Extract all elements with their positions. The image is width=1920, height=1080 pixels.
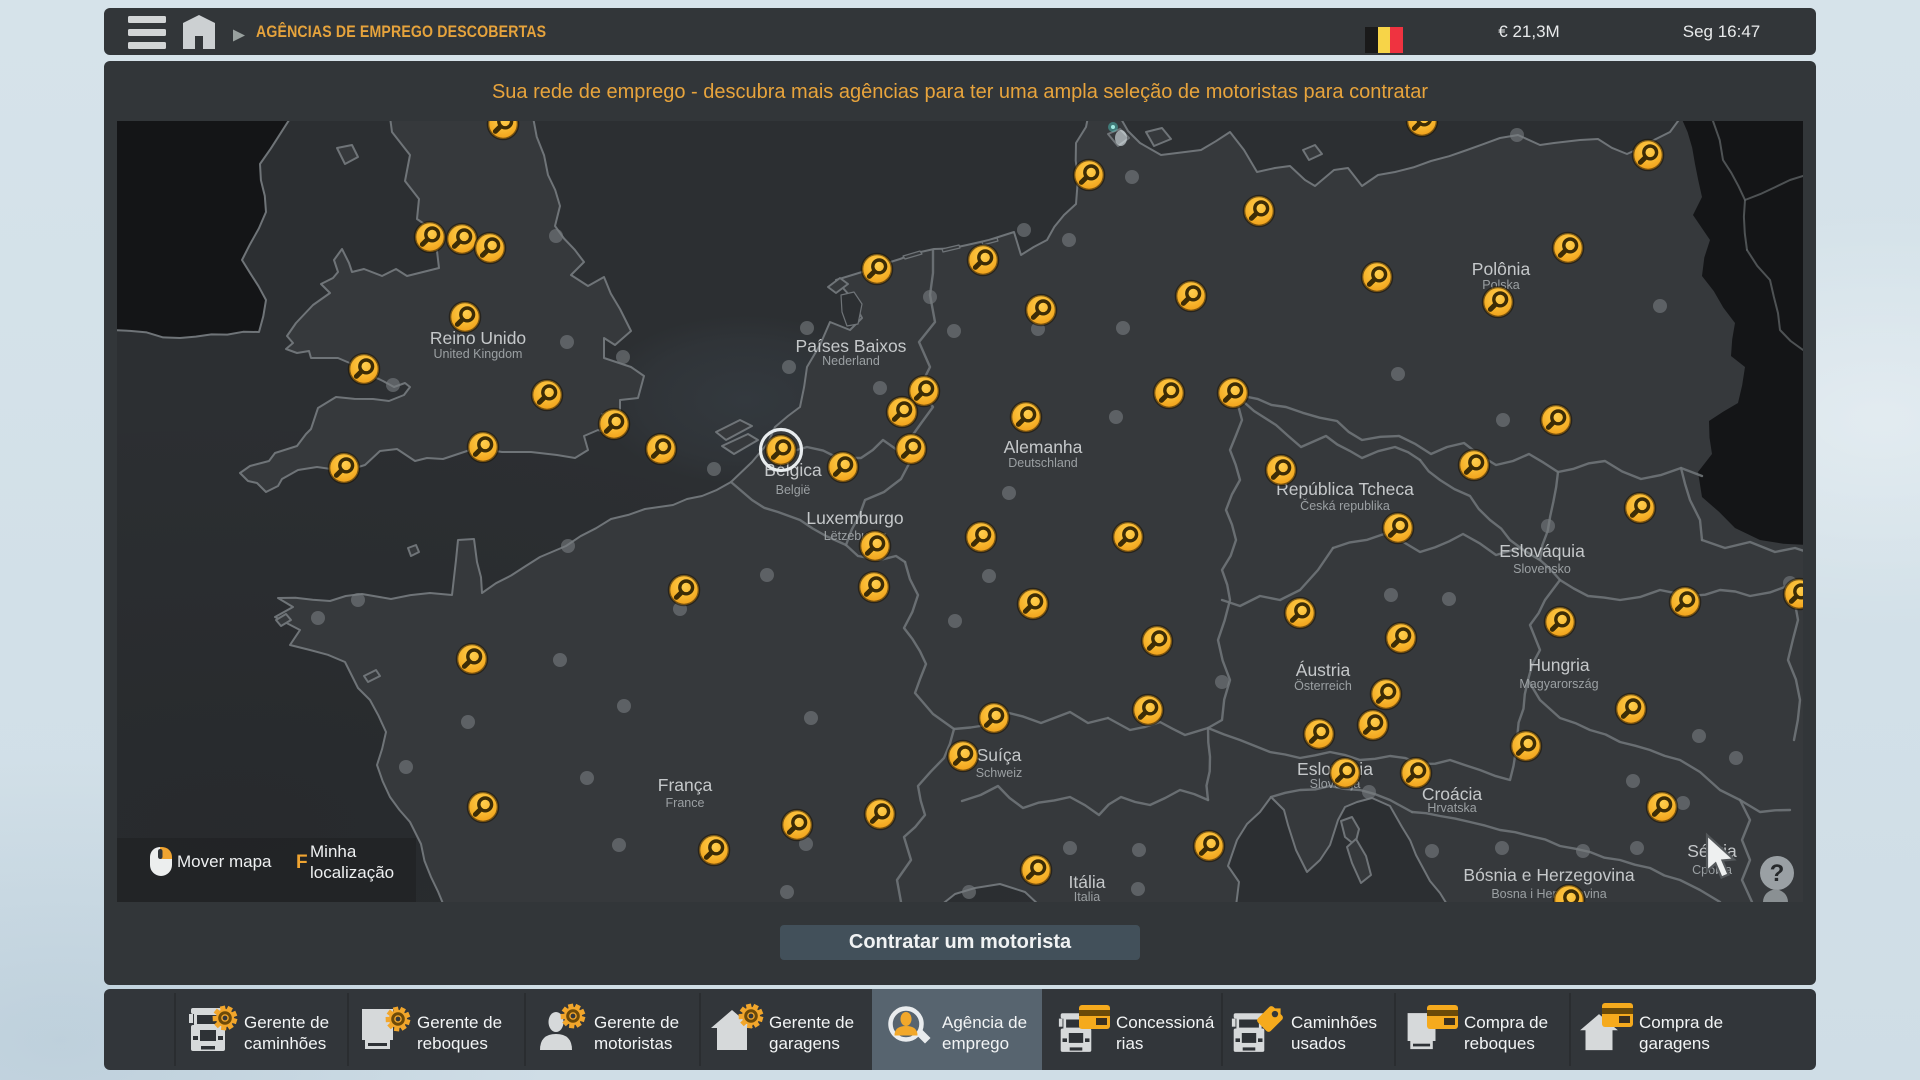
svg-text:Eslováquia: Eslováquia bbox=[1499, 541, 1585, 561]
svg-text:Áustria: Áustria bbox=[1296, 660, 1351, 680]
svg-text:Nederland: Nederland bbox=[822, 354, 880, 368]
svg-text:Suíça: Suíça bbox=[977, 745, 1022, 765]
svg-text:Itália: Itália bbox=[1069, 872, 1106, 892]
svg-text:United Kingdom: United Kingdom bbox=[434, 347, 523, 361]
svg-text:Reino Unido: Reino Unido bbox=[430, 328, 526, 348]
svg-text:Slovensko: Slovensko bbox=[1513, 562, 1571, 576]
svg-text:República Tcheca: República Tcheca bbox=[1276, 479, 1414, 499]
svg-text:?: ? bbox=[1770, 860, 1785, 887]
svg-text:Bosna i Hercegovina: Bosna i Hercegovina bbox=[1491, 887, 1606, 901]
svg-text:Schweiz: Schweiz bbox=[976, 766, 1023, 780]
svg-text:France: France bbox=[666, 796, 705, 810]
svg-text:Magyarország: Magyarország bbox=[1519, 677, 1598, 691]
svg-text:França: França bbox=[658, 775, 713, 795]
svg-text:Polônia: Polônia bbox=[1472, 259, 1531, 279]
svg-text:Deutschland: Deutschland bbox=[1008, 456, 1078, 470]
svg-text:Luxemburgo: Luxemburgo bbox=[806, 508, 903, 528]
svg-text:Italia: Italia bbox=[1074, 890, 1100, 902]
svg-text:België: België bbox=[776, 483, 811, 497]
svg-text:Bósnia e Herzegovina: Bósnia e Herzegovina bbox=[1463, 865, 1634, 885]
svg-text:Česká republika: Česká republika bbox=[1300, 498, 1390, 513]
svg-text:Hungria: Hungria bbox=[1528, 655, 1590, 675]
svg-text:Países Baixos: Países Baixos bbox=[796, 336, 907, 356]
svg-text:Alemanha: Alemanha bbox=[1004, 437, 1083, 457]
svg-text:Hrvatska: Hrvatska bbox=[1427, 801, 1476, 815]
svg-text:Österreich: Österreich bbox=[1294, 679, 1352, 693]
